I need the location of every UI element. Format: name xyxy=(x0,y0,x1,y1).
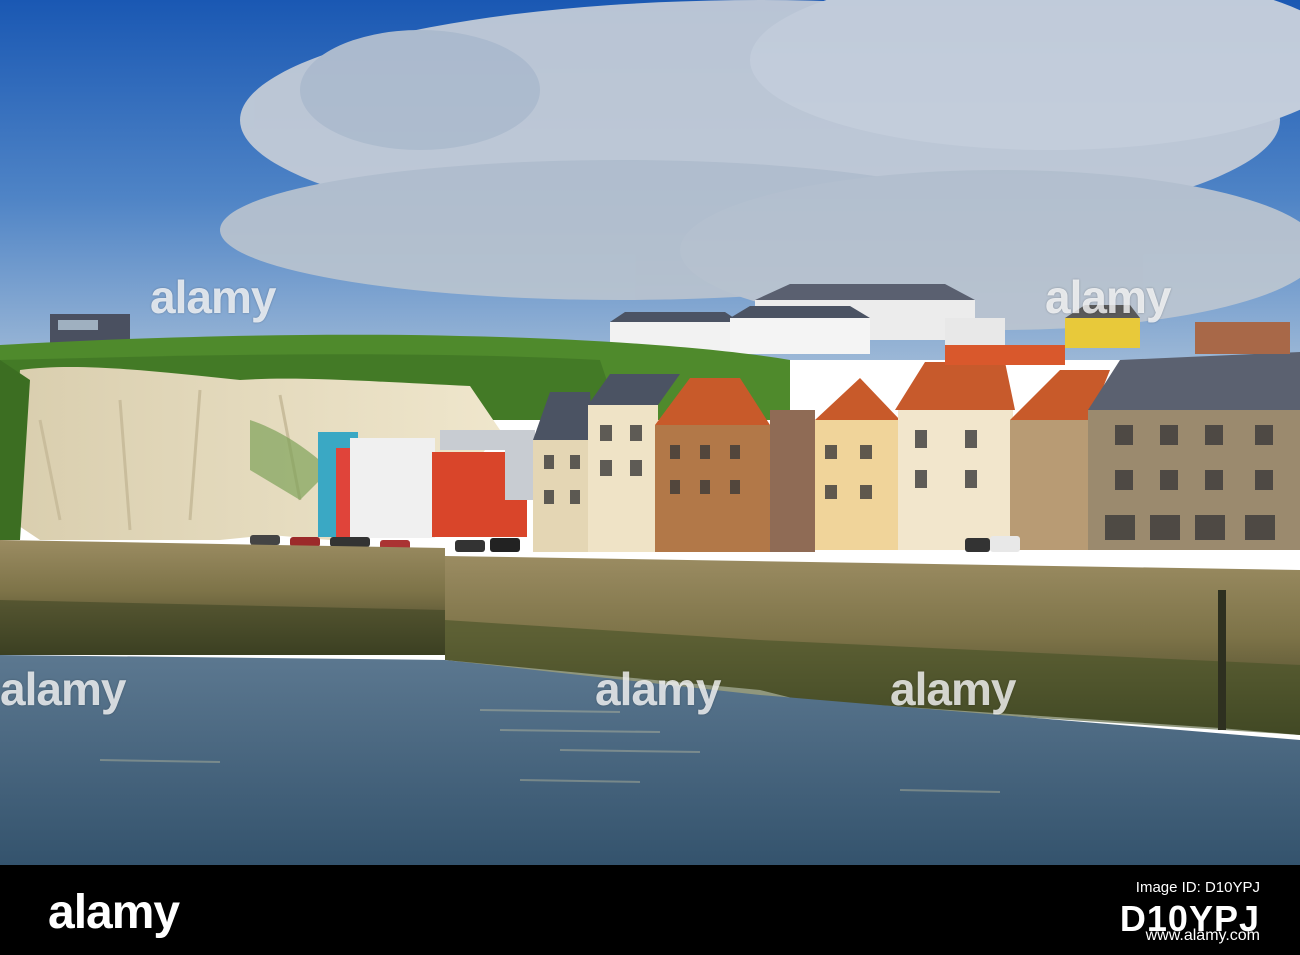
modern-block xyxy=(318,430,535,538)
watermark: alamy xyxy=(150,271,276,323)
watermark: alamy xyxy=(890,663,1016,715)
watermark: alamy xyxy=(595,663,721,715)
watermark: alamy xyxy=(1045,271,1171,323)
photo-stage: alamy alamy alamy alamy alamy alamy Imag… xyxy=(0,0,1300,955)
harbour-photo xyxy=(0,0,1300,865)
site-url[interactable]: www.alamy.com xyxy=(1146,927,1260,945)
footer-bar: alamy Image ID: D10YPJ D10YPJ www.alamy.… xyxy=(0,865,1300,955)
image-id-caption: Image ID: D10YPJ xyxy=(1135,879,1260,896)
watermark: alamy xyxy=(0,663,126,715)
quay-ladder xyxy=(1218,590,1226,730)
alamy-logo[interactable]: alamy xyxy=(48,885,180,940)
